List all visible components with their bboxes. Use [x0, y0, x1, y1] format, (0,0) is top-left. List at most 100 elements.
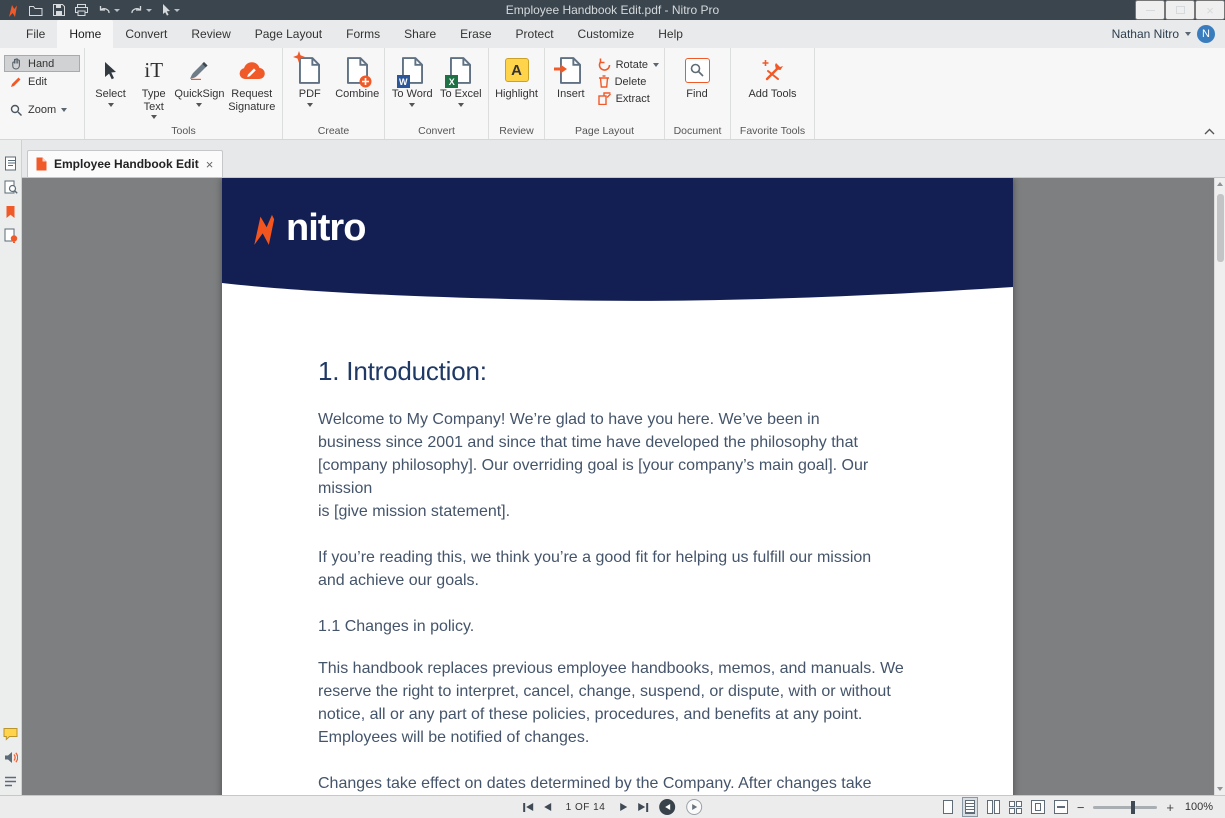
search-document-icon[interactable]: [3, 180, 19, 195]
scroll-up-button[interactable]: [1215, 178, 1225, 190]
comments-icon[interactable]: [3, 726, 19, 741]
continuous-view-button[interactable]: [962, 797, 978, 817]
to-excel-button[interactable]: X To Excel: [437, 51, 486, 107]
next-view-button[interactable]: [686, 799, 702, 815]
scroll-up-icon: [1217, 182, 1223, 186]
last-page-button[interactable]: [638, 803, 648, 812]
tab-customize[interactable]: Customize: [566, 20, 647, 48]
account-menu[interactable]: Nathan Nitro N: [1112, 20, 1225, 48]
workspace: Employee Handbook Edit × nitro: [0, 140, 1225, 795]
tab-share[interactable]: Share: [392, 20, 448, 48]
previous-view-button[interactable]: [659, 799, 675, 815]
page-thumbnails-icon[interactable]: [3, 156, 19, 171]
zoom-tool-button[interactable]: Zoom: [4, 102, 80, 118]
digital-signatures-icon[interactable]: [3, 228, 19, 243]
rotate-caret-icon: [653, 63, 659, 67]
ribbon-group-review: A Highlight Review: [489, 48, 545, 139]
to-excel-caret-icon: [458, 103, 464, 107]
collapse-ribbon-button[interactable]: [1204, 128, 1215, 135]
page-body: 1. Introduction: Welcome to My Company! …: [222, 305, 1013, 795]
minimize-icon: [1146, 10, 1155, 11]
vertical-scrollbar[interactable]: [1214, 178, 1225, 795]
redo-button[interactable]: [130, 5, 152, 15]
type-text-button[interactable]: iT Type Text: [133, 51, 174, 119]
scroll-down-button[interactable]: [1215, 783, 1225, 795]
document-subheading: 1.1 Changes in policy.: [318, 615, 983, 638]
document-canvas[interactable]: nitro 1. Introduction: Welcome to My Com…: [22, 178, 1225, 795]
minimize-button[interactable]: [1135, 0, 1165, 20]
zoom-slider-handle[interactable]: [1131, 801, 1135, 814]
highlight-button[interactable]: A Highlight: [492, 51, 541, 101]
facing-view-button[interactable]: [987, 800, 1000, 814]
facing-continuous-view-button[interactable]: [1009, 801, 1022, 814]
print-button[interactable]: [75, 4, 88, 16]
quick-tool-pointer-button[interactable]: [162, 4, 180, 16]
pdf-caret-icon: [307, 103, 313, 107]
previous-page-button[interactable]: [544, 803, 551, 811]
type-text-icon: iT: [144, 54, 163, 86]
combine-page-icon: [347, 54, 368, 86]
group-label-favorite-tools: Favorite Tools: [731, 125, 814, 137]
fit-page-icon: [1031, 800, 1045, 814]
open-folder-button[interactable]: [29, 5, 43, 16]
previous-page-icon: [544, 803, 551, 811]
tab-forms[interactable]: Forms: [334, 20, 392, 48]
ribbon-group-create: PDF Combine Create: [283, 48, 385, 139]
insert-arrow-icon: [554, 64, 567, 74]
quicksign-button[interactable]: QuickSign: [174, 51, 224, 107]
create-pdf-button[interactable]: PDF: [286, 51, 334, 107]
tab-home[interactable]: Home: [57, 20, 113, 48]
tab-file[interactable]: File: [14, 20, 57, 48]
tab-review[interactable]: Review: [179, 20, 242, 48]
fit-width-button[interactable]: [1054, 800, 1068, 814]
ribbon-group-favorite-tools: Add Tools Favorite Tools: [731, 48, 815, 139]
first-page-button[interactable]: [523, 803, 533, 812]
pdf-file-icon: [36, 157, 47, 171]
extract-pages-button[interactable]: Extract: [598, 92, 659, 105]
to-word-button[interactable]: W To Word: [388, 51, 437, 107]
edit-tool-button[interactable]: Edit: [4, 74, 80, 90]
zoom-slider[interactable]: [1093, 806, 1157, 809]
request-signature-button[interactable]: Request Signature: [225, 51, 279, 113]
close-button[interactable]: ×: [1195, 0, 1225, 20]
hand-tool-button[interactable]: Hand: [4, 55, 80, 72]
first-page-icon: [526, 803, 533, 811]
nitro-logo-word: nitro: [286, 207, 365, 250]
text-lines-icon[interactable]: [3, 774, 19, 789]
next-page-button[interactable]: [620, 803, 627, 811]
combine-button[interactable]: Combine: [334, 51, 382, 101]
document-tab[interactable]: Employee Handbook Edit ×: [27, 150, 223, 177]
sound-icon[interactable]: [3, 750, 19, 765]
tab-page-layout[interactable]: Page Layout: [243, 20, 334, 48]
select-button[interactable]: Select: [88, 51, 133, 107]
maximize-button[interactable]: [1165, 0, 1195, 20]
chevron-up-icon: [1204, 128, 1215, 135]
rotate-button[interactable]: Rotate: [598, 58, 659, 71]
tab-protect[interactable]: Protect: [504, 20, 566, 48]
single-page-view-button[interactable]: [943, 800, 953, 814]
add-tools-button[interactable]: Add Tools: [743, 51, 803, 101]
save-button[interactable]: [53, 4, 65, 16]
tab-convert[interactable]: Convert: [113, 20, 179, 48]
tab-help[interactable]: Help: [646, 20, 695, 48]
undo-button[interactable]: [98, 5, 120, 15]
fit-page-button[interactable]: [1031, 800, 1045, 814]
zoom-in-button[interactable]: +: [1166, 801, 1174, 814]
pdf-spark-icon: [293, 51, 305, 63]
tab-erase[interactable]: Erase: [448, 20, 503, 48]
scrollbar-thumb[interactable]: [1217, 194, 1224, 262]
page-indicator[interactable]: 1 OF 14: [566, 802, 606, 813]
insert-pages-button[interactable]: Insert: [548, 51, 594, 101]
find-button[interactable]: Find: [668, 51, 726, 101]
document-heading: 1. Introduction:: [318, 355, 983, 387]
find-icon: [685, 54, 710, 86]
bookmarks-icon[interactable]: [3, 204, 19, 219]
ribbon-group-page-layout: Insert Rotate Delete: [545, 48, 665, 139]
delete-pages-button[interactable]: Delete: [598, 75, 659, 88]
avatar[interactable]: N: [1197, 25, 1215, 43]
paragraph-3: This handbook replaces previous employee…: [318, 657, 983, 749]
ribbon-group-document: Find Document: [665, 48, 731, 139]
zoom-out-button[interactable]: −: [1077, 801, 1085, 814]
zoom-tool-label: Zoom: [28, 104, 56, 116]
close-tab-icon[interactable]: ×: [206, 158, 214, 171]
